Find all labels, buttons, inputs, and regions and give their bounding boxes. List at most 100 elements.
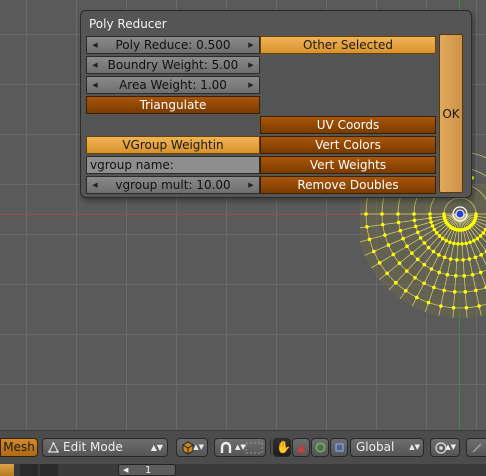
- mesh-vertex: [403, 288, 408, 293]
- uv-coords-toggle[interactable]: UV Coords: [260, 116, 436, 134]
- mesh-vertex: [478, 270, 483, 275]
- layer-icon[interactable]: [20, 464, 38, 476]
- increment-arrow-icon[interactable]: ▶: [246, 57, 256, 73]
- mesh-vertex: [463, 290, 468, 294]
- mesh-vertex: [437, 270, 442, 275]
- vgroup-mult-field[interactable]: ◀ vgroup mult: 10.00 ▶: [86, 176, 260, 194]
- mesh-vertex: [474, 288, 478, 293]
- poly-reduce-field[interactable]: ◀ Poly Reduce: 0.500 ▶: [86, 36, 260, 54]
- mesh-vertex: [396, 220, 401, 225]
- orientation-label: Global: [356, 440, 395, 454]
- mesh-vertex: [413, 275, 417, 280]
- remove-doubles-toggle[interactable]: Remove Doubles: [260, 176, 436, 194]
- mesh-vertex: [385, 271, 389, 276]
- mesh-vertex: [386, 243, 391, 247]
- transform-orientation-selector[interactable]: Global ▲▼: [350, 438, 424, 457]
- mesh-vertex: [455, 258, 459, 262]
- mesh-menu-button[interactable]: Mesh: [0, 438, 38, 457]
- ok-button[interactable]: OK: [439, 34, 463, 193]
- vertex-mode-icon[interactable]: [40, 464, 58, 476]
- mesh-vertex: [428, 216, 433, 220]
- magnet-icon: [220, 441, 232, 453]
- pivot-selector[interactable]: ▲▼: [214, 438, 266, 457]
- mode-selector[interactable]: Edit Mode ▲▼: [42, 438, 168, 457]
- mesh-vertex: [367, 237, 372, 242]
- edit-mode-triangle-icon: [48, 442, 59, 453]
- object-origin-dot: [455, 209, 465, 219]
- mesh-vertex: [470, 272, 475, 277]
- translate-manipulator-button[interactable]: ▲: [292, 438, 310, 457]
- 3d-view-header: Mesh Edit Mode ▲▼ ▲▼ ▲▼ ✋ ▲ Global ▲▼ ▲▼: [0, 430, 486, 464]
- mesh-vertex: [412, 212, 416, 216]
- decrement-arrow-icon[interactable]: ◀: [123, 465, 128, 476]
- mesh-vertex: [429, 220, 433, 224]
- mesh-vertex: [448, 240, 452, 245]
- mesh-vertex: [412, 218, 417, 223]
- mesh-vertex: [452, 290, 457, 294]
- decrement-arrow-icon[interactable]: ◀: [90, 77, 100, 93]
- mesh-vertex: [404, 269, 409, 273]
- snap-toggle-button[interactable]: [466, 438, 486, 457]
- mesh-vertex: [478, 234, 483, 238]
- increment-arrow-icon[interactable]: ▶: [246, 37, 256, 53]
- layer-number-value: 1: [145, 465, 152, 476]
- decrement-arrow-icon[interactable]: ◀: [90, 37, 100, 53]
- mesh-vertex: [448, 257, 453, 261]
- vgroup-name-field[interactable]: vgroup name:: [86, 156, 260, 174]
- vgroup-weighting-toggle[interactable]: VGroup Weightin: [86, 136, 260, 154]
- mesh-vertex: [364, 212, 368, 216]
- separator: [270, 440, 271, 455]
- updown-arrows-icon: ▲▼: [150, 443, 163, 452]
- increment-arrow-icon[interactable]: ▶: [246, 177, 256, 193]
- updown-arrows-icon: ▲▼: [409, 443, 420, 451]
- mesh-vertex: [461, 258, 465, 262]
- mesh-vertex: [365, 224, 369, 229]
- mesh-vertex: [475, 236, 480, 241]
- vert-colors-toggle[interactable]: Vert Colors: [260, 136, 436, 154]
- shading-selector[interactable]: ▲▼: [176, 438, 208, 457]
- mesh-vertex: [377, 261, 382, 265]
- manipulator-toggle-button[interactable]: ✋: [273, 438, 291, 457]
- scale-manipulator-button[interactable]: [330, 438, 348, 457]
- area-weight-field[interactable]: ◀ Area Weight: 1.00 ▶: [86, 76, 260, 94]
- decrement-arrow-icon[interactable]: ◀: [90, 177, 100, 193]
- mesh-vertex: [460, 242, 464, 246]
- mesh-vertex: [464, 241, 468, 246]
- triangulate-toggle[interactable]: Triangulate: [86, 96, 260, 114]
- mesh-vertex: [380, 212, 384, 216]
- mesh-vertex: [467, 257, 472, 261]
- area-weight-label: Area Weight: 1.00: [119, 78, 227, 92]
- mesh-vertex: [464, 305, 469, 310]
- mesh-vertex: [434, 231, 439, 235]
- decrement-arrow-icon[interactable]: ◀: [90, 57, 100, 73]
- snap-icon: [472, 443, 482, 453]
- increment-arrow-icon[interactable]: ▶: [246, 77, 256, 93]
- scale-icon: [335, 443, 344, 452]
- mesh-vertex: [474, 212, 478, 216]
- mesh-vertex: [453, 274, 458, 278]
- mesh-vertex: [444, 238, 448, 243]
- mesh-vertex: [380, 222, 385, 227]
- mesh-vertex: [422, 262, 427, 267]
- mesh-vertex: [481, 231, 486, 235]
- rotate-manipulator-button[interactable]: [311, 438, 329, 457]
- mesh-vertex: [426, 300, 431, 305]
- boundry-weight-field[interactable]: ◀ Boundry Weight: 5.00 ▶: [86, 56, 260, 74]
- mesh-vertex: [415, 257, 420, 262]
- vert-weights-toggle[interactable]: Vert Weights: [260, 156, 436, 174]
- mesh-vertex: [439, 304, 443, 308]
- mesh-vertex: [437, 253, 441, 257]
- mesh-vertex: [468, 240, 472, 245]
- mesh-vertex: [410, 251, 414, 255]
- mesh-vertex: [418, 236, 423, 240]
- other-selected-toggle[interactable]: Other Selected: [260, 36, 436, 54]
- mesh-vertex: [440, 236, 445, 241]
- mesh-vertex: [416, 230, 420, 235]
- proportional-edit-selector[interactable]: ▲▼: [430, 438, 460, 457]
- layer-number-field[interactable]: ◀ 1: [118, 464, 176, 476]
- dialog-title: Poly Reducer: [89, 17, 167, 31]
- strip-toggle[interactable]: [0, 464, 14, 476]
- mesh-vertex: [414, 295, 419, 300]
- mesh-vertex: [477, 304, 481, 308]
- mesh-vertex: [445, 272, 450, 277]
